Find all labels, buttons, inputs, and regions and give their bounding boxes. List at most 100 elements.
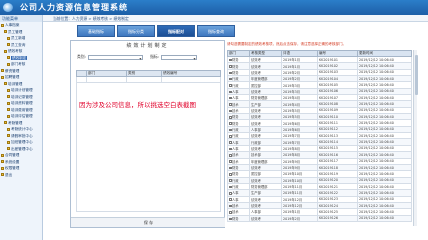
cell-text: 2019年12月 <box>283 197 303 202</box>
cell-text: 2019/12/12 10:06:40 <box>359 70 394 75</box>
cell-text: 年度管理部 <box>251 159 268 164</box>
cell-text: 绩效考 <box>251 204 261 209</box>
cell-text: 绩效考 <box>251 58 261 63</box>
cell-text: 财务 <box>232 216 239 221</box>
cell-text: KK2019121 <box>319 184 339 189</box>
sidebar-item-label: 绩效考核 <box>8 49 23 53</box>
indicator-list-panel: 请勾选需要制定的绩效考核项，然后点击保存，请注意选择正确的考核部门。 部门 考核… <box>225 40 418 228</box>
sidebar: 功能菜单 人事档案 员工管理 员工新增 员工查询 绩效考核 绩效制定 部门考核 薪资管理 招聘管… <box>0 15 43 240</box>
cell-text: 2019/12/12 10:06:40 <box>359 102 394 107</box>
cell-text: 2019年12月 <box>283 204 303 209</box>
cell-text: 人事 <box>232 96 239 101</box>
cell-text: 2019年2月 <box>283 77 301 82</box>
table-row[interactable]: 财务 绩效考 2019年2月 KK2019126 2019/12/12 10:06:40 <box>227 214 412 222</box>
cell-text: 2019/12/12 10:06:40 <box>359 133 394 138</box>
sidebar-header: 功能菜单 <box>0 15 42 22</box>
cell-text: 绩效考 <box>251 178 261 183</box>
sidebar-item-label: 人事档案 <box>5 23 20 27</box>
sidebar-item-label: 员工管理 <box>8 29 23 34</box>
folder-icon <box>7 134 10 137</box>
cell-text: KK2019110 <box>319 114 339 119</box>
folder-icon <box>4 121 7 124</box>
instruction-note: 请勾选需要制定的绩效考核项，然后点击保存，请注意选择正确的考核部门。 <box>227 42 346 46</box>
sidebar-item-label: 加班管理中心 <box>11 140 33 144</box>
cell-text: 财务 <box>232 172 239 177</box>
sidebar-tree: 人事档案 员工管理 员工新增 员工查询 绩效考核 绩效制定 部门考核 薪资管理 招聘管理 培训管理… <box>0 22 42 178</box>
cell-text: 绩效考 <box>251 121 261 126</box>
cell-text: 2019年2月 <box>283 216 301 221</box>
sidebar-item-label: 部门考核 <box>11 62 26 66</box>
sidebar-item-label: 薪资管理 <box>5 68 20 73</box>
cell-text: 2019年3月 <box>283 89 301 94</box>
cell-text: 年度管理部 <box>251 77 268 82</box>
cell-text: 2019年7月 <box>283 140 301 145</box>
cell-text: 行政部 <box>251 140 261 145</box>
cell-text: 生产部 <box>251 191 261 196</box>
sidebar-item-label: 绩效制定 <box>11 55 28 60</box>
cell-text: 2019/12/12 10:06:40 <box>359 152 394 157</box>
cell-text: 行政 <box>232 134 239 139</box>
sidebar-item-label: 培训资料管理 <box>11 101 33 105</box>
cell-text: 2019/12/12 10:06:40 <box>359 83 394 88</box>
folder-icon <box>1 160 4 163</box>
cell-text: KK2019111 <box>319 121 339 126</box>
cell-text: 2019年11月 <box>283 185 303 190</box>
sidebar-item-label: 权限管理 <box>5 166 20 170</box>
sidebar-item-label: 系统设置 <box>5 159 20 164</box>
folder-icon <box>7 43 10 46</box>
cell-text: KK2019109 <box>319 108 339 113</box>
folder-icon <box>7 56 10 59</box>
type-select[interactable] <box>87 54 143 63</box>
cell-text: 2019年2月 <box>283 70 301 75</box>
cell-text: 2019年10月 <box>283 178 303 183</box>
cell-text: 质控部 <box>251 172 261 177</box>
cell-text: 2019/12/12 10:06:40 <box>359 178 394 183</box>
cell-text: 财务 <box>232 64 239 69</box>
cell-text: 财务管理部 <box>251 96 268 101</box>
vertical-scrollbar[interactable] <box>413 50 418 226</box>
cell-text: 财务 <box>232 58 239 63</box>
cell-text: 行政 <box>232 185 239 190</box>
folder-icon <box>1 166 4 170</box>
table-cell: KK2019126 <box>317 214 358 222</box>
cell-text: KK2019122 <box>319 190 339 195</box>
folder-icon <box>7 127 10 131</box>
tab-basic-indicators[interactable]: 基础指标 <box>77 25 115 37</box>
cell-text: 技术 <box>232 204 239 209</box>
cell-text: 绩效考 <box>251 146 261 151</box>
tab-indicator-categories[interactable]: 指标分类 <box>117 25 155 37</box>
cell-text: 绩效考 <box>251 108 261 113</box>
kind-select[interactable] <box>160 54 197 63</box>
logo-icon <box>3 3 13 12</box>
cell-text: 2019年9月 <box>283 166 301 171</box>
cell-text: KK2019104 <box>319 76 339 81</box>
save-button[interactable]: 保 存 <box>71 217 226 227</box>
cell-text: 技术 <box>232 153 239 158</box>
cell-text: 2019年9月 <box>283 159 301 164</box>
cell-text: 2019/12/12 10:06:40 <box>359 121 394 126</box>
table-cell: 2019/12/12 10:06:40 <box>357 214 412 222</box>
sidebar-item-label: 退出 <box>5 172 13 177</box>
cell-text: 技术 <box>232 102 239 107</box>
cell-text: 2019年1月 <box>283 64 301 69</box>
cell-text: 2019/12/12 10:06:40 <box>359 184 394 189</box>
folder-icon <box>7 62 10 66</box>
sidebar-item-label: 员工查询 <box>11 42 26 47</box>
sidebar-item[interactable]: 退出 <box>0 172 42 179</box>
cell-text: KK2019123 <box>319 197 339 202</box>
type-label: 类别: <box>77 54 86 59</box>
cell-text: 技术 <box>232 108 239 113</box>
cell-text: 2019/12/12 10:06:40 <box>359 108 394 113</box>
cell-text: 2019/12/12 10:06:40 <box>359 159 394 164</box>
cell-text: KK2019101 <box>319 57 339 62</box>
cell-text: KK2019116 <box>319 152 339 157</box>
cell-text: 绩效考 <box>251 166 261 171</box>
cell-text: KK2019103 <box>319 70 339 75</box>
tab-indicator-matching[interactable]: 指标配对 <box>157 25 195 37</box>
sidebar-item-label: 合同管理 <box>5 153 20 157</box>
scroll-thumb[interactable] <box>414 55 418 95</box>
cell-text: KK2019106 <box>319 89 339 94</box>
tab-indicator-query[interactable]: 指标查询 <box>197 25 235 37</box>
cell-text: KK2019125 <box>319 209 339 214</box>
cell-text: 技术 <box>232 210 239 215</box>
